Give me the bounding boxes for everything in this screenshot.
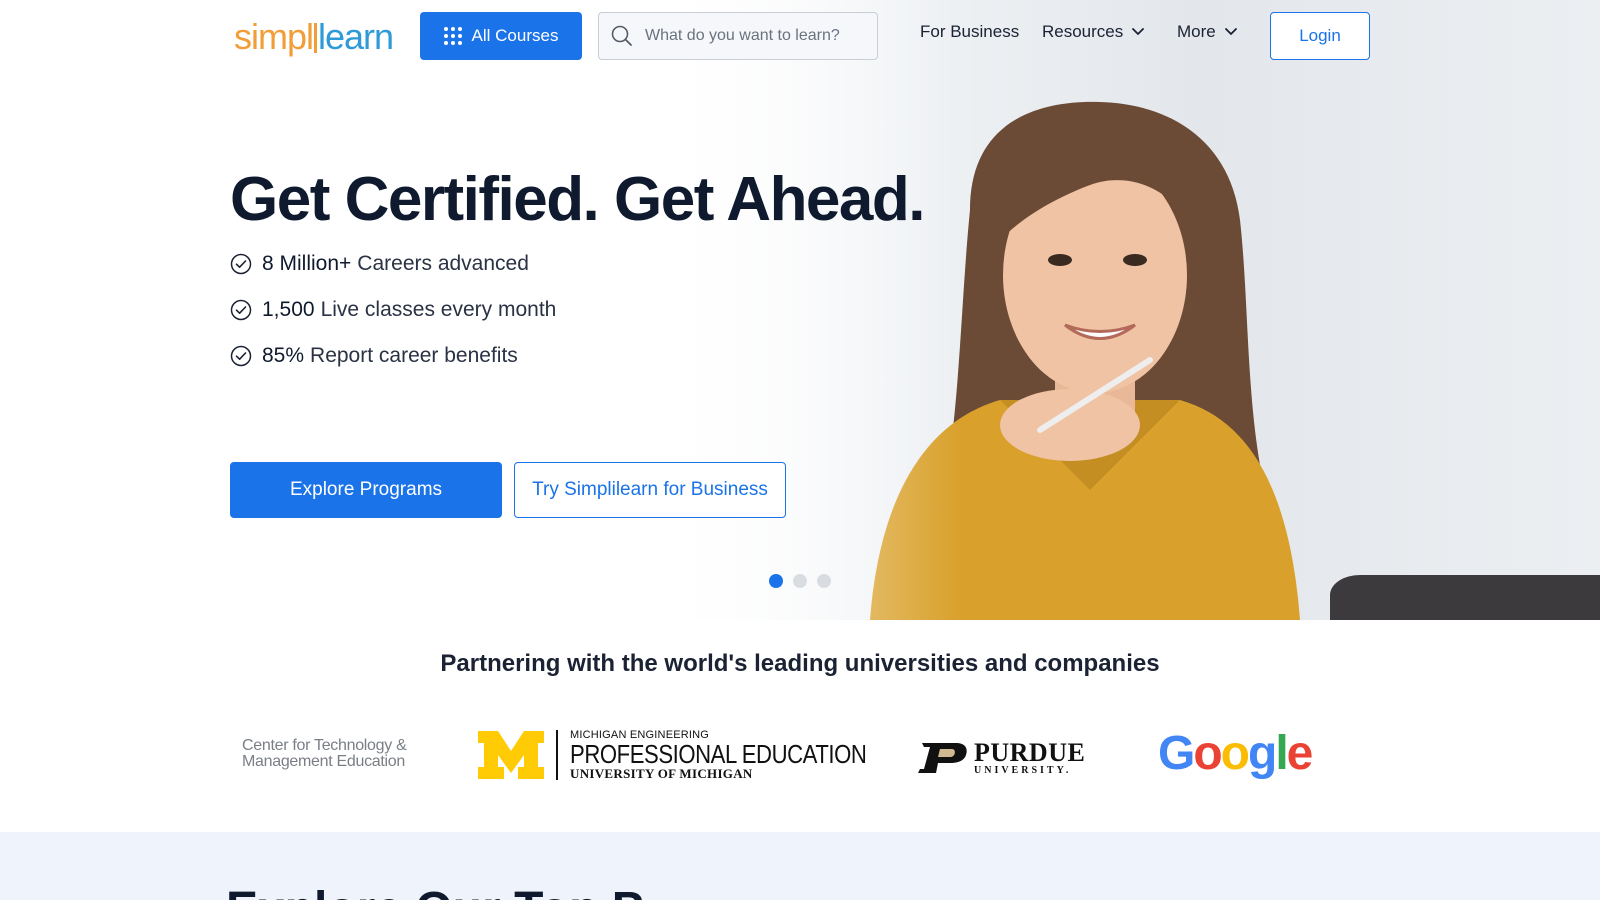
top-programs-section: Explore Our Top P — [0, 832, 1600, 900]
hero-title: Get Certified. Get Ahead. — [230, 165, 926, 234]
umich-divider — [556, 730, 558, 780]
stat-label: Report career benefits — [310, 344, 518, 367]
all-courses-button[interactable]: All Courses — [420, 12, 582, 60]
logo-text-learn: learn — [318, 16, 394, 57]
search-input[interactable] — [645, 27, 865, 45]
stat-label: Live classes every month — [320, 298, 557, 321]
nav-for-business-label: For Business — [920, 22, 1020, 41]
nav-resources-label: Resources — [1042, 22, 1124, 41]
site-header: simpllearn All Courses For Business Reso… — [0, 0, 1600, 72]
search-icon[interactable] — [599, 13, 645, 59]
chevron-down-icon — [1224, 28, 1237, 35]
all-courses-label: All Courses — [471, 26, 559, 45]
simplilearn-logo[interactable]: simpl learn — [234, 16, 394, 60]
logo-bar — [314, 23, 318, 53]
laptop-corner — [1330, 575, 1600, 620]
grid-dots-icon — [443, 27, 462, 45]
google-letter: l — [1275, 727, 1288, 780]
block-m-icon — [478, 731, 544, 779]
purdue-p-icon — [918, 743, 967, 773]
search-box — [598, 12, 878, 60]
explore-programs-button[interactable]: Explore Programs — [230, 462, 502, 518]
purdue-logo: PURDUE UNIVERSITY. — [916, 740, 1085, 776]
login-button[interactable]: Login — [1270, 12, 1370, 60]
google-letter: g — [1248, 727, 1277, 780]
carousel-dot-3[interactable] — [817, 574, 831, 588]
nav-resources[interactable]: Resources — [1042, 22, 1145, 42]
purdue-big: PURDUE — [974, 738, 1086, 767]
chevron-down-icon — [1132, 28, 1145, 35]
google-logo: Google — [1158, 726, 1314, 781]
purdue-text: PURDUE UNIVERSITY. — [974, 740, 1085, 776]
hero-stats: 8 Million+ Careers advanced 1,500 Live c… — [230, 252, 556, 390]
hero-fade-overlay — [600, 0, 960, 620]
ctme-line-1: Center for Technology & — [242, 737, 407, 754]
check-circle-icon — [230, 253, 252, 275]
nav-more[interactable]: More — [1177, 22, 1238, 42]
carousel-dot-1[interactable] — [769, 574, 783, 588]
umich-big: PROFESSIONAL EDUCATION — [570, 739, 867, 769]
stat-item: 85% Report career benefits — [230, 344, 556, 368]
umich-text: MICHIGAN ENGINEERING PROFESSIONAL EDUCAT… — [570, 730, 919, 781]
stat-item: 1,500 Live classes every month — [230, 298, 556, 322]
purdue-small: UNIVERSITY. — [974, 765, 1072, 776]
partners-title: Partnering with the world's leading univ… — [440, 650, 1160, 677]
stat-value: 85% — [262, 344, 305, 367]
stat-value: 1,500 — [262, 298, 315, 321]
logo-text-simpl: simpl — [234, 16, 314, 57]
google-letter: o — [1220, 727, 1250, 780]
ctme-logo: Center for Technology & Management Educa… — [242, 737, 407, 770]
ctme-line-2: Management Education — [242, 753, 406, 770]
google-letter: o — [1193, 727, 1222, 780]
check-circle-icon — [230, 299, 252, 321]
google-letter: G — [1158, 727, 1195, 780]
carousel-dot-2[interactable] — [793, 574, 807, 588]
umich-logo: MICHIGAN ENGINEERING PROFESSIONAL EDUCAT… — [478, 730, 919, 780]
stat-value: 8 Million+ — [262, 252, 352, 275]
top-programs-title: Explore Our Top P — [226, 882, 644, 900]
carousel-dots — [769, 574, 831, 588]
try-business-button[interactable]: Try Simplilearn for Business — [514, 462, 786, 518]
nav-more-label: More — [1177, 22, 1216, 41]
google-letter: e — [1286, 727, 1314, 780]
hero-section: Get Certified. Get Ahead. 8 Million+ Car… — [0, 0, 1600, 620]
stat-item: 8 Million+ Careers advanced — [230, 252, 556, 276]
nav-for-business[interactable]: For Business — [920, 22, 1019, 42]
check-circle-icon — [230, 345, 252, 367]
stat-label: Careers advanced — [357, 252, 529, 275]
